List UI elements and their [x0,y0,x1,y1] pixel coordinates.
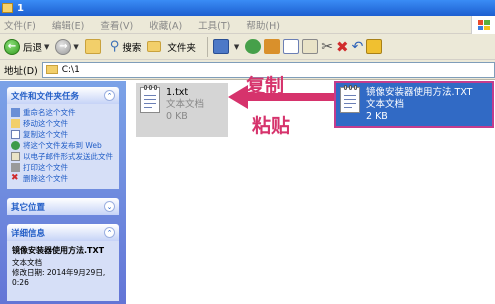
menu-tools[interactable]: 工具(T) [198,18,230,32]
detail-file-type: 文本文档 [12,258,42,267]
search-icon: ⚲ [109,39,120,54]
other-places-header[interactable]: 其它位置 ⌄ [7,198,119,215]
file-type: 文本文档 [366,99,405,110]
task-label: 重命名这个文件 [23,108,76,117]
chevron-down-icon: ▼ [73,42,79,51]
file-item[interactable]: 1.txt 文本文档 0 KB [136,83,228,137]
file-tasks-header[interactable]: 文件和文件夹任务 ⌃ [7,87,119,104]
task-label: 将这个文件发布到 Web [23,141,102,150]
menu-bar: 文件(F) 编辑(E) 查看(V) 收藏(A) 工具(T) 帮助(H) [0,16,495,34]
file-tasks-title: 文件和文件夹任务 [11,91,80,102]
paste-annotation: 粘贴 [252,115,291,137]
back-arrow-icon: ← [4,38,20,55]
task-rename[interactable]: 重命名这个文件 [11,108,115,117]
folders-icon [147,41,162,52]
menu-edit[interactable]: 编辑(E) [52,18,84,32]
menu-favorites[interactable]: 收藏(A) [149,18,182,32]
collapse-icon[interactable]: ⌃ [104,90,115,101]
folders-button[interactable]: 文件夹 [147,40,196,54]
paste-icon[interactable] [302,39,319,54]
title-bar: 1 [0,0,495,16]
folder-icon [2,3,13,13]
undo-icon[interactable]: ↶ [352,39,364,55]
toolbar-separator [206,36,208,57]
forward-arrow-icon: → [55,38,72,55]
task-delete[interactable]: ✖ 删除这个文件 [11,173,115,184]
detail-file-name: 镜像安装器使用方法.TXT [12,246,105,255]
up-folder-icon [84,39,101,54]
window-title: 1 [17,2,24,14]
back-button[interactable]: ← 后退 ▼ [4,38,50,55]
back-label: 后退 [23,42,43,54]
file-item-selected[interactable]: 镜像安装器使用方法.TXT 文本文档 2 KB [334,81,494,128]
properties-icon[interactable] [366,39,383,54]
task-print[interactable]: 打印这个文件 [11,163,115,172]
email-icon [11,152,20,161]
print-icon [11,163,20,172]
task-copy[interactable]: 复制这个文件 [11,130,115,139]
file-name: 1.txt [166,87,189,98]
details-panel: 镜像安装器使用方法.TXT 文本文档 修改日期: 2014年9月29日, 0:2… [7,241,119,301]
task-label: 移动这个文件 [23,119,68,128]
details-header[interactable]: 详细信息 ⌃ [7,224,119,241]
toolbar: ← 后退 ▼ → ▼ ⚲ 搜索 文件夹 ▼ ✂ ✖ ↶ [0,34,495,60]
delete-icon[interactable]: ✖ [336,38,349,56]
refresh-icon[interactable] [245,39,262,54]
address-label: 地址(D) [4,65,38,77]
search-label: 搜索 [122,42,142,54]
cut-icon[interactable]: ✂ [321,39,333,55]
menu-file[interactable]: 文件(F) [4,18,36,32]
folders-label: 文件夹 [167,42,196,54]
other-places-title: 其它位置 [11,202,46,213]
copy-to-icon[interactable] [283,39,300,54]
windows-logo-icon [471,16,495,34]
folder-icon [45,65,58,74]
detail-time: 0:26 [12,278,29,287]
globe-icon [11,141,20,150]
move-icon [11,119,20,128]
copy-annotation: 复制 [246,75,285,97]
text-file-icon [140,85,160,113]
task-label: 删除这个文件 [23,174,68,183]
file-type: 文本文档 [166,99,205,110]
up-folder-button[interactable] [84,39,104,54]
menu-view[interactable]: 查看(V) [100,18,133,32]
expand-icon[interactable]: ⌄ [104,201,115,212]
file-list: 1.txt 文本文档 0 KB 复制 粘贴 镜像安装器使用方法.TXT 文本文档… [126,75,495,304]
file-size: 0 KB [166,111,188,122]
forward-button[interactable]: → ▼ [55,38,79,55]
file-name: 镜像安装器使用方法.TXT [366,87,473,98]
delete-icon: ✖ [11,173,19,183]
address-value: C:\1 [61,64,80,75]
task-pane: 文件和文件夹任务 ⌃ 重命名这个文件 移动这个文件 复制这个文件 将这个文件发布… [0,81,126,304]
text-file-icon [340,85,360,113]
task-email[interactable]: 以电子邮件形式发送此文件 [11,152,115,161]
task-label: 复制这个文件 [23,130,68,139]
details-title: 详细信息 [11,228,46,239]
file-tasks-panel: 重命名这个文件 移动这个文件 复制这个文件 将这个文件发布到 Web 以电子邮件… [7,104,119,189]
task-publish-web[interactable]: 将这个文件发布到 Web [11,141,115,150]
views-button[interactable]: ▼ [212,39,240,54]
detail-modified: 修改日期: 2014年9月29日, [12,268,106,277]
collapse-icon[interactable]: ⌃ [104,227,115,238]
views-icon [212,39,229,54]
task-label: 以电子邮件形式发送此文件 [23,152,113,161]
chevron-down-icon: ▼ [233,42,240,51]
copy-icon [11,130,20,139]
search-button[interactable]: ⚲ 搜索 [110,39,142,54]
file-size: 2 KB [366,111,388,122]
home-icon[interactable] [264,39,281,54]
task-move[interactable]: 移动这个文件 [11,119,115,128]
chevron-down-icon: ▼ [44,42,50,51]
task-label: 打印这个文件 [23,163,68,172]
rename-icon [11,108,20,117]
menu-help[interactable]: 帮助(H) [246,18,280,32]
